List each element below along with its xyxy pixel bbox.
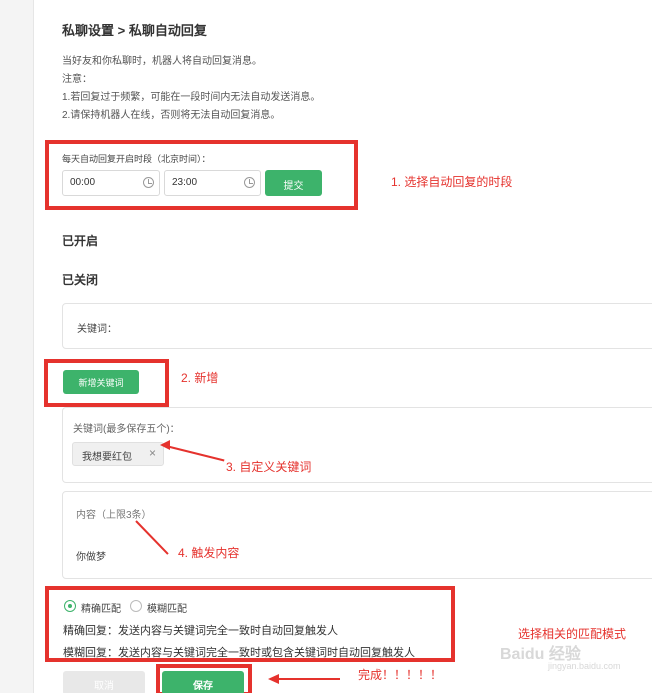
add-keyword-button[interactable]: 新增关键词 xyxy=(63,370,139,394)
notice-item-2: 2.请保持机器人在线，否则将无法自动回复消息。 xyxy=(62,110,281,121)
annotation-step2: 2. 新增 xyxy=(181,371,219,385)
fuzzy-match-label[interactable]: 模糊匹配 xyxy=(147,600,187,615)
disabled-section-heading: 已关闭 xyxy=(62,273,99,287)
keyword-panel: 关键词： xyxy=(62,303,652,349)
keyword-tag: 我想要红包 × xyxy=(72,442,164,466)
clock-icon xyxy=(244,177,255,188)
watermark-url: jingyan.baidu.com xyxy=(548,661,621,671)
clock-icon xyxy=(143,177,154,188)
keyword-editor-label: 关键词(最多保存五个)： xyxy=(73,424,180,435)
intro-note: 当好友和你私聊时，机器人将自动回复消息。 xyxy=(62,56,262,67)
page-title: 私聊设置 > 私聊自动回复 xyxy=(62,23,207,38)
annotation-done: 完成！！！！！ xyxy=(358,668,443,682)
radio-exact-match[interactable] xyxy=(64,600,76,612)
arrow-done xyxy=(278,678,340,680)
radio-fuzzy-match[interactable] xyxy=(130,600,142,612)
exact-match-description: 精确回复：发送内容与关键词完全一致时自动回复触发人 xyxy=(63,625,338,637)
annotation-step4: 4. 触发内容 xyxy=(178,546,240,560)
save-button[interactable]: 保存 xyxy=(162,671,244,693)
notice-item-1: 1.若回复过于频繁，可能在一段时间内无法自动发送消息。 xyxy=(62,92,321,103)
submit-schedule-button[interactable]: 提交 xyxy=(265,170,322,196)
cancel-button[interactable]: 取消 xyxy=(63,671,145,693)
end-time-value: 23:00 xyxy=(172,177,198,188)
left-sidebar xyxy=(0,0,34,693)
annotation-step3: 3. 自定义关键词 xyxy=(226,460,312,474)
keyword-tag-text: 我想要红包 xyxy=(82,452,132,463)
keyword-label: 关键词： xyxy=(77,324,117,335)
start-time-value: 00:00 xyxy=(70,177,96,188)
arrowhead-step3 xyxy=(160,440,170,450)
notice-heading: 注意： xyxy=(62,74,92,85)
exact-match-label[interactable]: 精确匹配 xyxy=(81,600,121,615)
start-time-input[interactable]: 00:00 xyxy=(62,170,160,196)
content-value[interactable]: 你做梦 xyxy=(76,548,106,563)
annotation-step1: 1. 选择自动回复的时段 xyxy=(391,175,513,189)
close-icon[interactable]: × xyxy=(149,446,156,460)
end-time-input[interactable]: 23:00 xyxy=(164,170,261,196)
enabled-section-heading: 已开启 xyxy=(62,234,99,248)
content-label: 内容（上限3条） xyxy=(76,510,152,521)
arrowhead-done xyxy=(268,674,279,684)
fuzzy-match-description: 模糊回复：发送内容与关键词完全一致时或包含关键词时自动回复触发人 xyxy=(63,647,415,659)
schedule-label: 每天自动回复开启时段（北京时间）： xyxy=(62,154,211,164)
